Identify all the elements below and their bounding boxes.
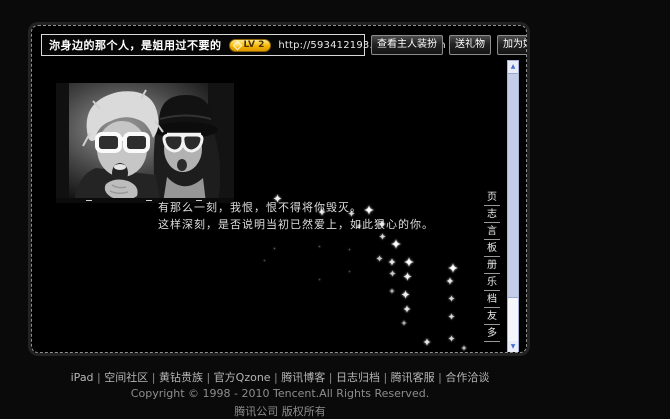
scrollbar[interactable]: ▲ ▼	[507, 60, 519, 353]
sparkle-icon	[318, 245, 321, 248]
footer-link[interactable]: 黄钻贵族	[159, 371, 203, 384]
side-nav-item[interactable]: 多	[484, 328, 500, 342]
sparkle-icon	[388, 258, 396, 266]
sparkle-icon	[401, 320, 407, 326]
caption-text: 有那么一刻，我恨，恨不得将你毁灭。 这样深刻，是否说明当初已然爱上，如此狠心的你…	[158, 199, 434, 233]
footer-separator: |	[271, 371, 282, 384]
footer-separator: |	[148, 371, 159, 384]
yellow-diamond-icon	[232, 40, 242, 50]
sparkle-icon	[461, 345, 467, 351]
sparkle-icon	[403, 272, 412, 281]
side-nav-item[interactable]: 友	[484, 311, 500, 325]
sparkle-icon	[448, 313, 455, 320]
footer-links: iPad | 空间社区 | 黄钻贵族 | 官方Qzone | 腾讯博客 | 日志…	[28, 369, 532, 385]
side-nav-item[interactable]: 志	[484, 209, 500, 223]
footer-link[interactable]: 空间社区	[104, 371, 148, 384]
yellow-diamond-badge[interactable]: LV 2	[229, 39, 272, 52]
sparkle-icon	[448, 295, 455, 302]
sparkle-icon	[448, 263, 458, 273]
caption-line-1: 有那么一刻，我恨，恨不得将你毁灭。	[158, 199, 434, 216]
scrollbar-thumb[interactable]	[508, 73, 518, 298]
copyright-text: Copyright © 1998 - 2010 Tencent.All Righ…	[28, 387, 532, 400]
footer-link[interactable]: 腾讯客服	[391, 371, 435, 384]
scroll-up-button[interactable]: ▲	[508, 61, 518, 73]
side-nav-item[interactable]: 板	[484, 243, 500, 257]
qzone-canvas: 沵身边的那个人，是姐用过不要的 LV 2 http://593412193.qz…	[31, 25, 527, 353]
side-nav-item[interactable]: 言	[484, 226, 500, 240]
sparkle-icon	[273, 247, 276, 250]
sparkle-icon	[348, 270, 351, 273]
side-nav-item[interactable]: 册	[484, 260, 500, 274]
footer-link[interactable]: 腾讯博客	[281, 371, 325, 384]
footer-separator: |	[380, 371, 391, 384]
footer-link[interactable]: 合作洽谈	[445, 371, 489, 384]
sparkle-icon	[404, 257, 414, 267]
footer-separator: |	[94, 371, 105, 384]
side-nav: 页志言板册乐档友多	[484, 192, 500, 353]
top-bar: 沵身边的那个人，是姐用过不要的 LV 2 http://593412193.qz…	[41, 34, 518, 56]
company-text: 腾讯公司 版权所有	[28, 403, 532, 419]
sparkle-icon	[401, 290, 410, 299]
footer-link[interactable]: iPad	[71, 371, 94, 384]
footer: iPad | 空间社区 | 黄钻贵族 | 官方Qzone | 腾讯博客 | 日志…	[28, 369, 532, 419]
view-dress-button[interactable]: 查看主人装扮	[371, 35, 443, 55]
sparkle-icon	[448, 335, 455, 342]
sparkle-icon	[446, 277, 454, 285]
caption-line-2: 这样深刻，是否说明当初已然爱上，如此狠心的你。	[158, 216, 434, 233]
footer-link[interactable]: 官方Qzone	[214, 371, 271, 384]
sparkle-icon	[348, 248, 351, 251]
sparkle-icon	[391, 239, 401, 249]
side-nav-item[interactable]: 页	[484, 192, 500, 206]
send-gift-button[interactable]: 送礼物	[449, 35, 491, 55]
profile-title: 沵身边的那个人，是姐用过不要的	[49, 37, 222, 53]
sparkle-icon	[423, 338, 431, 346]
sparkle-icon	[376, 255, 383, 262]
side-nav-item[interactable]: 档	[484, 294, 500, 308]
profile-banner: 沵身边的那个人，是姐用过不要的 LV 2 http://593412193.qz…	[41, 34, 365, 56]
scroll-down-button[interactable]: ▼	[508, 341, 518, 353]
side-nav-item[interactable]: 乐	[484, 277, 500, 291]
profile-photo	[56, 83, 234, 203]
sparkle-icon	[389, 270, 396, 277]
sparkle-icon	[318, 278, 321, 281]
side-nav-divider	[484, 345, 500, 353]
diamond-level-label: LV 2	[244, 39, 265, 52]
footer-link[interactable]: 日志归档	[336, 371, 380, 384]
footer-separator: |	[203, 371, 214, 384]
footer-separator: |	[325, 371, 336, 384]
sparkle-icon	[389, 288, 395, 294]
sparkle-icon	[403, 305, 411, 313]
qzone-frame: 沵身边的那个人，是姐用过不要的 LV 2 http://593412193.qz…	[28, 22, 530, 356]
add-friend-button[interactable]: 加为好友	[497, 35, 527, 55]
footer-separator: |	[435, 371, 446, 384]
sparkle-icon	[379, 233, 386, 240]
sparkle-icon	[263, 259, 266, 262]
